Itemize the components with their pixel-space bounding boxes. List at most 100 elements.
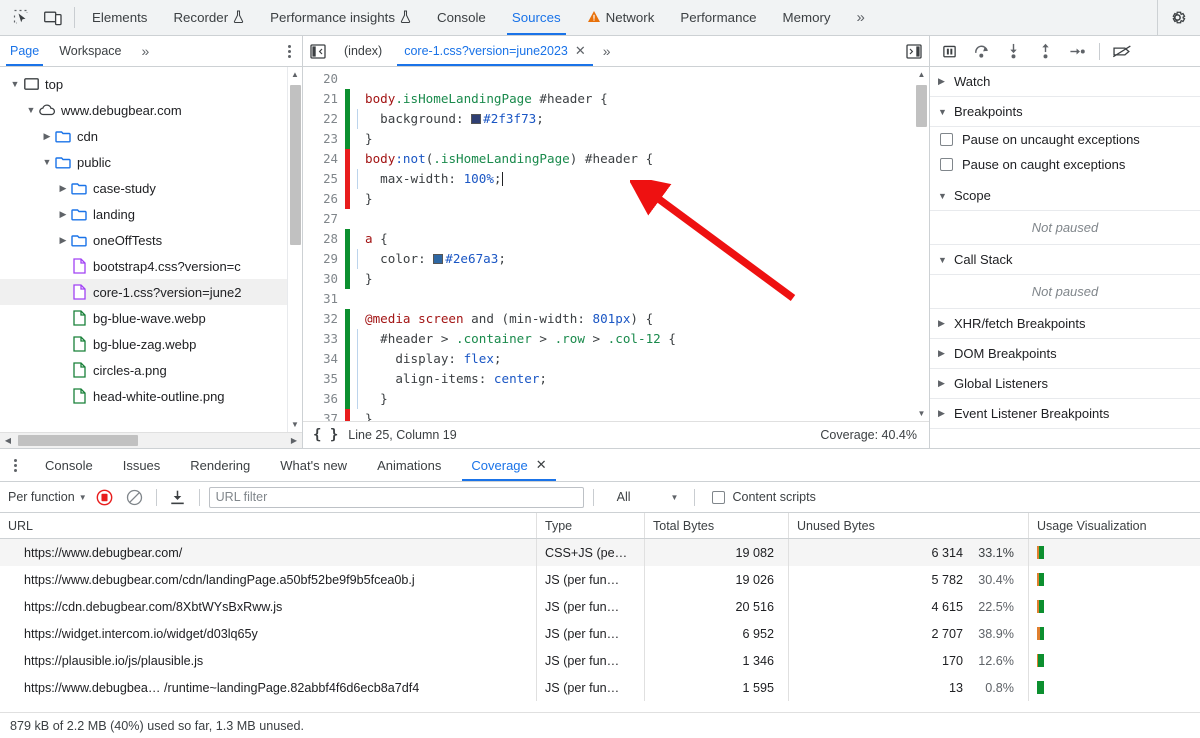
navigator-tabs-overflow-button[interactable]: » [132, 36, 160, 66]
line-number[interactable]: 21 [303, 89, 345, 109]
color-swatch-icon[interactable] [433, 254, 444, 264]
scrollbar-thumb[interactable] [916, 85, 927, 127]
line-number[interactable]: 23 [303, 129, 345, 149]
code-line[interactable]: 32 @media screen and (min-width: 801px) { [303, 309, 929, 329]
content-scripts-checkbox-row[interactable]: Content scripts [712, 490, 816, 504]
line-number[interactable]: 35 [303, 369, 345, 389]
color-swatch-icon[interactable] [471, 114, 482, 124]
tab-memory[interactable]: Memory [770, 0, 844, 35]
kebab-menu-icon[interactable] [276, 36, 302, 66]
line-number[interactable]: 36 [303, 389, 345, 409]
pause-icon[interactable] [934, 38, 964, 64]
deactivate-breakpoints-icon[interactable] [1107, 38, 1137, 64]
column-header-unused-bytes[interactable]: Unused Bytes [789, 513, 1029, 538]
tree-item-cdn[interactable]: ▶ cdn [0, 123, 302, 149]
code-line[interactable]: 33 #header > .container > .row > .col-12… [303, 329, 929, 349]
twisty-right-icon[interactable]: ▶ [40, 131, 54, 142]
line-number[interactable]: 27 [303, 209, 345, 229]
twisty-down-icon[interactable]: ▼ [24, 105, 38, 115]
code-line[interactable]: 25 max-width: 100%; [303, 169, 929, 189]
table-row[interactable]: https://www.debugbear.com/cdn/landingPag… [0, 566, 1200, 593]
step-icon[interactable] [1062, 38, 1092, 64]
inspect-element-icon[interactable] [10, 7, 32, 29]
twisty-right-icon[interactable]: ▶ [56, 183, 70, 194]
twisty-right-icon[interactable]: ▶ [56, 235, 70, 246]
editor-tabs-overflow-button[interactable]: » [597, 36, 617, 66]
section-scope[interactable]: ▼ Scope [930, 181, 1200, 211]
code-line[interactable]: 36 } [303, 389, 929, 409]
close-icon[interactable]: ✕ [575, 43, 586, 59]
line-number[interactable]: 34 [303, 349, 345, 369]
twisty-right-icon[interactable]: ▶ [56, 209, 70, 220]
code-line[interactable]: 26} [303, 189, 929, 209]
navigator-tab-workspace[interactable]: Workspace [49, 36, 131, 66]
line-number[interactable]: 26 [303, 189, 345, 209]
drawer-tab-whats-new[interactable]: What's new [265, 449, 362, 481]
line-number[interactable]: 30 [303, 269, 345, 289]
tab-network[interactable]: Network [574, 0, 668, 35]
tab-sources[interactable]: Sources [499, 0, 574, 35]
code-line[interactable]: 34 display: flex; [303, 349, 929, 369]
drawer-tab-animations[interactable]: Animations [362, 449, 456, 481]
column-header-url[interactable]: URL [0, 513, 537, 538]
drawer-kebab-menu-icon[interactable] [0, 449, 30, 481]
column-header-usage-visualization[interactable]: Usage Visualization [1029, 513, 1200, 538]
navigator-tab-page[interactable]: Page [0, 36, 49, 66]
tree-item-public[interactable]: ▼ public [0, 149, 302, 175]
step-over-icon[interactable] [966, 38, 996, 64]
export-download-icon[interactable] [166, 485, 190, 509]
checkbox-content-scripts[interactable] [712, 490, 726, 504]
drawer-tab-console[interactable]: Console [30, 449, 108, 481]
tree-item-case-study[interactable]: ▶ case-study [0, 175, 302, 201]
section-call-stack[interactable]: ▼ Call Stack [930, 245, 1200, 275]
pause-on-uncaught-exceptions-row[interactable]: Pause on uncaught exceptions [930, 127, 1200, 152]
url-filter-input[interactable]: URL filter [208, 486, 584, 508]
section-event-listener-breakpoints[interactable]: ▶ Event Listener Breakpoints [930, 399, 1200, 429]
pause-on-caught-exceptions-row[interactable]: Pause on caught exceptions [930, 152, 1200, 177]
code-line[interactable]: 29 color: #2e67a3; [303, 249, 929, 269]
drawer-tab-issues[interactable]: Issues [108, 449, 176, 481]
tree-item-head-white-outline[interactable]: head-white-outline.png [0, 383, 302, 409]
line-number[interactable]: 29 [303, 249, 345, 269]
drawer-tab-coverage[interactable]: Coverage ✕ [456, 449, 561, 481]
code-line[interactable]: 24 body:not(.isHomeLandingPage) #header { [303, 149, 929, 169]
tree-item-origin[interactable]: ▼ www.debugbear.com [0, 97, 302, 123]
coverage-mode-dropdown[interactable]: Per function ▼ [8, 490, 87, 504]
main-tabs-overflow-button[interactable]: » [844, 0, 878, 35]
scroll-right-icon[interactable]: ▶ [286, 436, 302, 445]
pretty-print-icon[interactable]: { } [313, 427, 338, 443]
table-row[interactable]: https://www.debugbea… /runtime~landingPa… [0, 674, 1200, 701]
tab-performance-insights[interactable]: Performance insights [257, 0, 424, 35]
code-line[interactable]: 37} [303, 409, 929, 421]
device-toolbar-icon[interactable] [42, 7, 64, 29]
table-row[interactable]: https://cdn.debugbear.com/8XbtWYsBxRww.j… [0, 593, 1200, 620]
tree-item-bg-blue-wave[interactable]: bg-blue-wave.webp [0, 305, 302, 331]
column-header-total-bytes[interactable]: Total Bytes [645, 513, 789, 538]
line-number[interactable]: 33 [303, 329, 345, 349]
tree-item-landing[interactable]: ▶ landing [0, 201, 302, 227]
line-number[interactable]: 24 [303, 149, 345, 169]
line-number[interactable]: 32 [303, 309, 345, 329]
code-editor[interactable]: 20 21 body.isHomeLandingPage #header {22 b… [303, 67, 929, 421]
code-line[interactable]: 35 align-items: center; [303, 369, 929, 389]
code-line[interactable]: 20 [303, 69, 929, 89]
editor-tab-core-1-css[interactable]: core-1.css?version=june2023 ✕ [393, 36, 597, 66]
close-icon[interactable]: ✕ [536, 457, 547, 473]
line-number[interactable]: 25 [303, 169, 345, 189]
line-number[interactable]: 28 [303, 229, 345, 249]
column-header-type[interactable]: Type [537, 513, 645, 538]
tab-recorder[interactable]: Recorder [160, 0, 257, 35]
code-line[interactable]: 27 [303, 209, 929, 229]
tab-console[interactable]: Console [424, 0, 499, 35]
line-number[interactable]: 37 [303, 409, 345, 421]
code-line[interactable]: 31 [303, 289, 929, 309]
line-number[interactable]: 31 [303, 289, 345, 309]
scroll-up-icon[interactable]: ▲ [288, 67, 302, 82]
code-line[interactable]: 28 a { [303, 229, 929, 249]
twisty-down-icon[interactable]: ▼ [40, 157, 54, 167]
section-breakpoints[interactable]: ▼ Breakpoints [930, 97, 1200, 127]
scrollbar-thumb[interactable] [290, 85, 301, 245]
tree-item-bootstrap4-css[interactable]: bootstrap4.css?version=c [0, 253, 302, 279]
tree-item-bg-blue-zag[interactable]: bg-blue-zag.webp [0, 331, 302, 357]
table-row[interactable]: https://widget.intercom.io/widget/d03lq6… [0, 620, 1200, 647]
